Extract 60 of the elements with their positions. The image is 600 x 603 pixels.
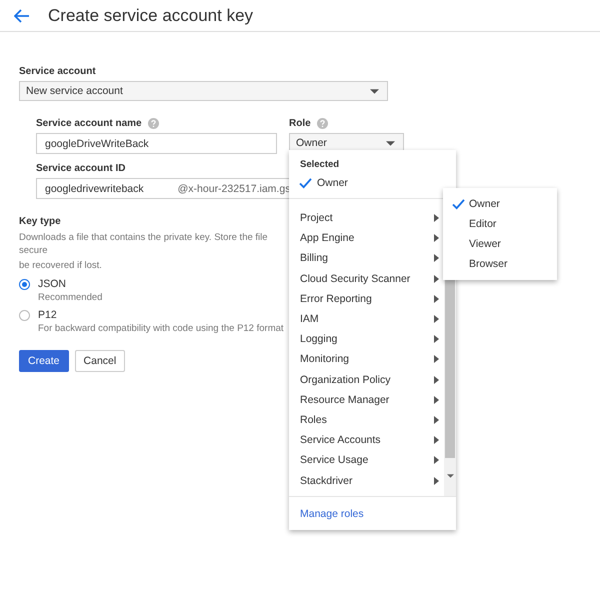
option-label: P12: [38, 309, 58, 321]
menu-item[interactable]: Service Accounts: [289, 430, 444, 450]
checkmark-icon: [452, 198, 465, 210]
radio-button[interactable]: [19, 310, 30, 321]
menu-item[interactable]: App Engine: [289, 228, 444, 248]
menu-item[interactable]: Organization Policy: [289, 370, 444, 390]
create-button[interactable]: Create: [19, 350, 69, 372]
submenu-arrow-icon: [434, 436, 439, 444]
submenu-arrow-icon: [434, 294, 439, 303]
menu-heading: Selected: [299, 158, 340, 170]
menu-item[interactable]: Roles: [289, 410, 444, 430]
option-note: Recommended: [38, 292, 102, 303]
submenu-item[interactable]: Owner: [469, 198, 500, 210]
menu-item[interactable]: Logging: [289, 329, 444, 350]
menu-item[interactable]: Project: [289, 208, 444, 228]
submenu-item[interactable]: Viewer: [469, 238, 501, 250]
section-label: Key type: [19, 216, 61, 227]
submenu-arrow-icon: [434, 274, 439, 283]
service-account-dropdown[interactable]: New service account: [19, 81, 388, 101]
submenu-arrow-icon: [434, 416, 439, 424]
selected-role-item[interactable]: Owner: [317, 177, 348, 189]
menu-item[interactable]: IAM: [289, 308, 444, 330]
submenu-arrow-icon: [434, 335, 439, 344]
submenu-arrow-icon: [434, 376, 439, 384]
option-note: For backward compatibility with code using the P12 format: [38, 323, 284, 334]
description-text: be recovered if lost.: [19, 259, 103, 272]
menu-item[interactable]: Monitoring: [289, 349, 444, 370]
dropdown-caret-icon: [386, 140, 395, 146]
checkmark-icon: [299, 178, 312, 188]
submenu-arrow-icon: [434, 214, 439, 222]
help-icon: [148, 118, 159, 129]
manage-roles-link[interactable]: Manage roles: [289, 497, 375, 531]
cancel-button[interactable]: Cancel: [74, 350, 126, 372]
submenu-arrow-icon: [434, 396, 439, 404]
field-label: Service account: [19, 66, 96, 77]
back-arrow-icon[interactable]: [14, 8, 30, 22]
submenu-arrow-icon: [434, 315, 439, 324]
menu-item[interactable]: Error Reporting: [289, 288, 444, 309]
radio-button[interactable]: [19, 279, 30, 290]
scroll-down-icon[interactable]: [446, 474, 454, 478]
menu-item[interactable]: Cloud Security Scanner: [289, 268, 444, 289]
field-label: Service account name: [36, 118, 142, 129]
menu-item[interactable]: Stackdriver: [289, 470, 444, 491]
menu-item[interactable]: Resource Manager: [289, 390, 444, 410]
submenu-item[interactable]: Editor: [469, 218, 496, 230]
menu-item[interactable]: Service Usage: [289, 450, 444, 470]
submenu-arrow-icon: [434, 355, 439, 364]
submenu-arrow-icon: [434, 476, 439, 485]
name-input-field[interactable]: googleDriveWriteBack: [36, 133, 277, 154]
help-icon: [316, 118, 328, 129]
submenu-arrow-icon: [434, 254, 439, 262]
option-label: JSON: [38, 278, 68, 290]
submenu-arrow-icon: [434, 456, 439, 464]
menu-item[interactable]: Billing: [289, 248, 444, 269]
dropdown-caret-icon: [370, 88, 379, 94]
submenu-item[interactable]: Browser: [469, 258, 508, 270]
page-title: Create service account key: [48, 6, 254, 26]
field-label: Service account ID: [36, 163, 126, 174]
field-label: Role: [289, 118, 311, 129]
submenu-arrow-icon: [434, 234, 439, 242]
